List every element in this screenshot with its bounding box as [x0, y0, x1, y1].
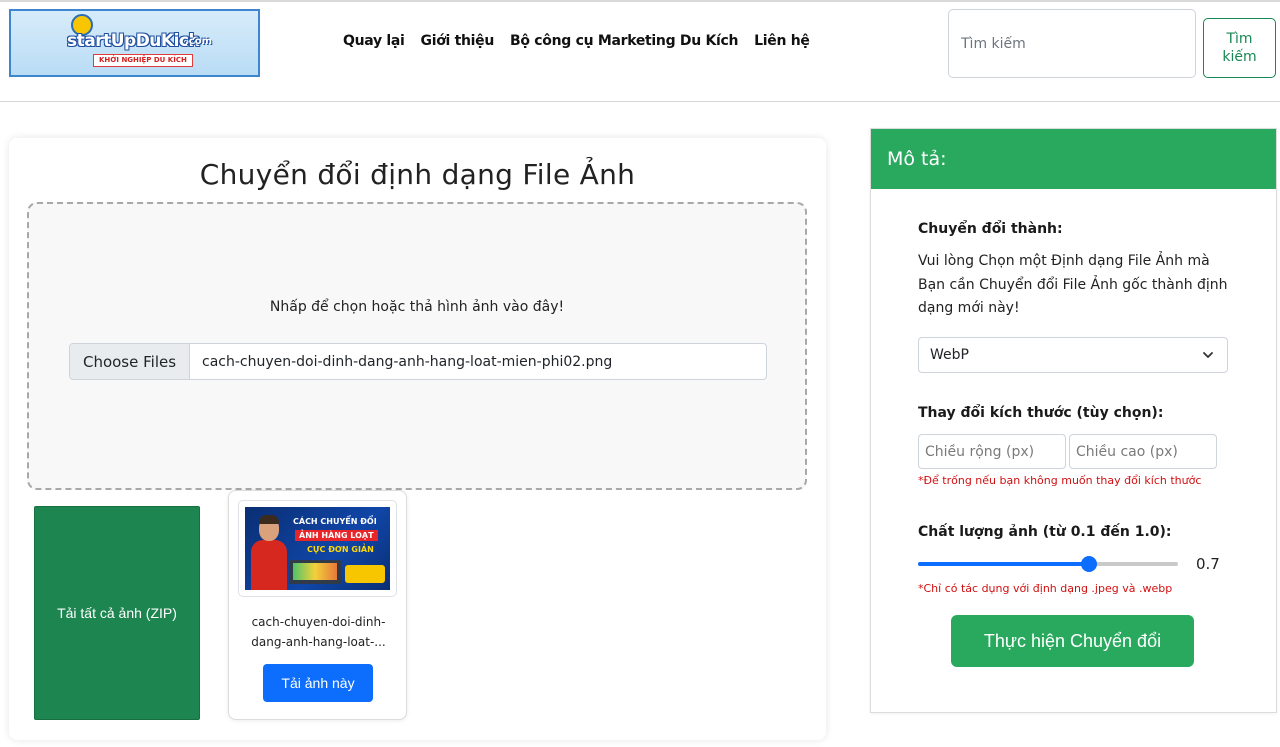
page-title: Chuyển đổi định dạng File Ảnh	[199, 158, 636, 191]
search-input[interactable]	[948, 9, 1196, 78]
quality-value: 0.7	[1196, 555, 1220, 573]
image-dropzone[interactable]: Nhấp để chọn hoặc thả hình ảnh vào đây! …	[27, 202, 807, 490]
height-input[interactable]	[1069, 434, 1217, 469]
image-file-name: cach-chuyen-doi-dinh-dang-anh-hang-loat-…	[251, 615, 386, 649]
thumbnail-badge	[345, 565, 385, 583]
resize-label: Thay đổi kích thước (tùy chọn):	[918, 405, 1164, 421]
thumbnail-person	[251, 515, 287, 590]
site-header: startUpDuKich .com KHỞI NGHIỆP DU KÍCH Q…	[0, 2, 1280, 102]
download-all-zip-button[interactable]: Tải tất cả ảnh (ZIP)	[34, 506, 200, 720]
width-input[interactable]	[918, 434, 1066, 469]
choose-files-button[interactable]: Choose Files	[70, 344, 190, 379]
thumbnail-laptop	[289, 560, 341, 584]
search-button[interactable]: Tìm kiếm	[1203, 18, 1276, 78]
nav-link-back[interactable]: Quay lại	[343, 33, 405, 53]
dropzone-instructions: Nhấp để chọn hoặc thả hình ảnh vào đây!	[269, 299, 565, 315]
thumbnail-text-3: CỰC ĐƠN GIẢN	[307, 545, 374, 554]
convert-to-help: Vui lòng Chọn một Định dạng File Ảnh mà …	[918, 253, 1228, 316]
convert-to-label: Chuyển đổi thành:	[918, 221, 1063, 237]
logo-domain: .com	[185, 36, 213, 47]
panel-header: Mô tả:	[871, 129, 1276, 189]
thumbnail-text-2: ẢNH HÀNG LOẠT	[295, 530, 378, 541]
options-panel: Mô tả: Chuyển đổi thành: Vui lòng Chọn m…	[870, 128, 1277, 713]
main-nav: Quay lại Giới thiệu Bộ công cụ Marketing…	[343, 33, 810, 53]
quality-label: Chất lượng ảnh (từ 0.1 đến 1.0):	[918, 524, 1172, 540]
selected-file-name: cach-chuyen-doi-dinh-dang-anh-hang-loat-…	[202, 353, 613, 370]
quality-slider-thumb[interactable]	[1080, 556, 1097, 572]
resize-note: *Để trống nếu bạn không muốn thay đổi kí…	[918, 474, 1202, 487]
chevron-down-icon	[1203, 352, 1213, 358]
logo-brand: startUpDuKich	[67, 31, 201, 51]
logo-tagline: KHỞI NGHIỆP DU KÍCH	[93, 54, 193, 67]
image-thumbnail-frame: CÁCH CHUYỂN ĐỔI ẢNH HÀNG LOẠT CỰC ĐƠN GI…	[238, 500, 397, 597]
file-input[interactable]: Choose Files cach-chuyen-doi-dinh-dang-a…	[69, 343, 767, 380]
image-thumbnail: CÁCH CHUYỂN ĐỔI ẢNH HÀNG LOẠT CỰC ĐƠN GI…	[245, 507, 390, 590]
thumbnail-text-1: CÁCH CHUYỂN ĐỔI	[293, 517, 377, 526]
quality-slider[interactable]	[918, 556, 1178, 572]
nav-link-contact[interactable]: Liên hệ	[754, 33, 810, 53]
format-select[interactable]: WebP	[918, 337, 1228, 373]
nav-link-marketing-tools[interactable]: Bộ công cụ Marketing Du Kích	[510, 33, 738, 53]
nav-link-about[interactable]: Giới thiệu	[421, 33, 495, 53]
quality-slider-fill	[918, 562, 1089, 566]
converted-image-card: CÁCH CHUYỂN ĐỔI ẢNH HÀNG LOẠT CỰC ĐƠN GI…	[228, 490, 407, 720]
converter-card: Chuyển đổi định dạng File Ảnh Nhấp để ch…	[9, 138, 826, 740]
format-select-value: WebP	[930, 347, 969, 363]
quality-note: *Chỉ có tác dụng với định dạng .jpeg và …	[918, 582, 1173, 595]
download-image-button[interactable]: Tải ảnh này	[263, 664, 373, 702]
site-logo[interactable]: startUpDuKich .com KHỞI NGHIỆP DU KÍCH	[9, 9, 260, 77]
convert-button[interactable]: Thực hiện Chuyển đổi	[951, 615, 1194, 667]
